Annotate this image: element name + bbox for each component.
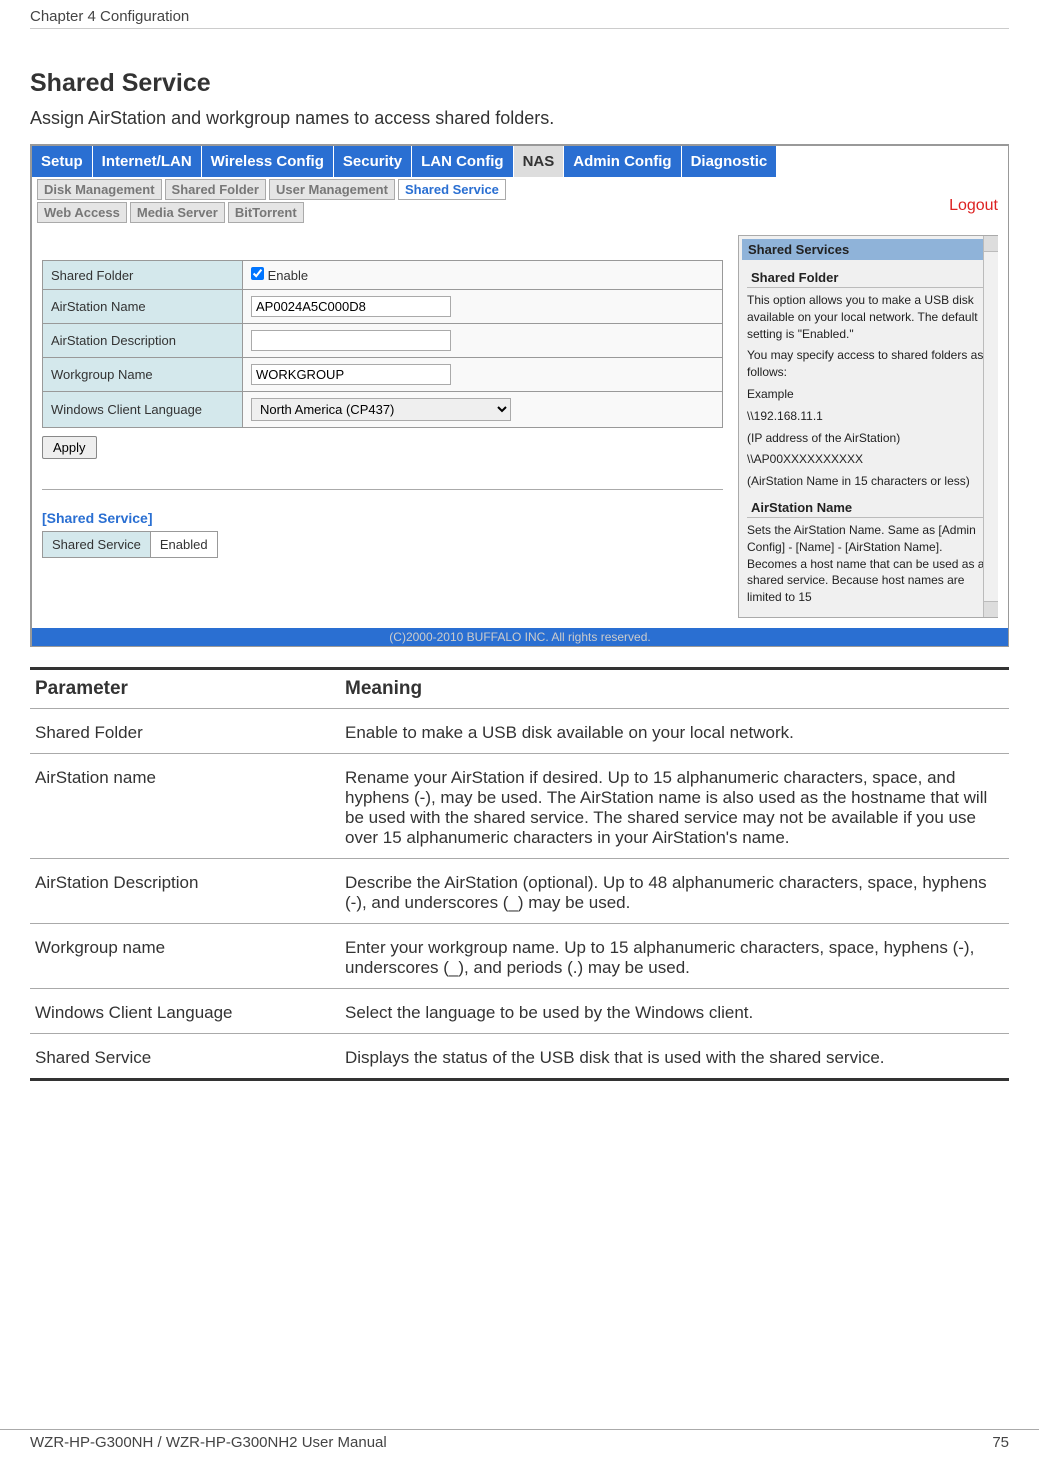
param-name: Workgroup name — [30, 923, 340, 988]
airstation-name-label: AirStation Name — [43, 290, 243, 324]
table-row: AirStation Description Describe the AirS… — [30, 858, 1009, 923]
param-name: AirStation name — [30, 753, 340, 858]
airstation-desc-label: AirStation Description — [43, 324, 243, 358]
help-p4: \\192.168.11.1 — [747, 408, 989, 425]
param-name: AirStation Description — [30, 858, 340, 923]
section-title: Shared Service — [30, 69, 1009, 98]
param-name: Windows Client Language — [30, 988, 340, 1033]
param-header: Parameter — [30, 668, 340, 708]
shared-service-status-value: Enabled — [150, 532, 217, 558]
help-panel: Shared Services Shared Folder This optio… — [738, 235, 998, 618]
shared-folder-label: Shared Folder — [43, 261, 243, 290]
shared-folder-checkbox[interactable] — [251, 267, 264, 280]
help-p7: (AirStation Name in 15 characters or les… — [747, 473, 989, 490]
help-p3: Example — [747, 386, 989, 403]
airstation-name-input[interactable] — [251, 296, 451, 317]
subtab-user-management[interactable]: User Management — [269, 179, 395, 200]
intro-text: Assign AirStation and workgroup names to… — [30, 108, 1009, 129]
help-title: Shared Services — [742, 239, 994, 260]
help-p8: Sets the AirStation Name. Same as [Admin… — [747, 522, 989, 606]
content-area: Shared Folder Enable AirStation Name Air… — [32, 225, 1008, 628]
shared-service-heading: [Shared Service] — [42, 510, 723, 526]
param-meaning: Enable to make a USB disk available on y… — [340, 708, 1009, 753]
sub-tabs: Disk Management Shared Folder User Manag… — [32, 177, 1008, 225]
form-panel: Shared Folder Enable AirStation Name Air… — [37, 230, 728, 623]
tab-setup[interactable]: Setup — [32, 146, 93, 177]
status-table: Shared Service Enabled — [42, 531, 218, 558]
tab-admin-config[interactable]: Admin Config — [564, 146, 681, 177]
win-client-lang-label: Windows Client Language — [43, 392, 243, 428]
table-row: Workgroup name Enter your workgroup name… — [30, 923, 1009, 988]
param-meaning: Rename your AirStation if desired. Up to… — [340, 753, 1009, 858]
shared-service-status-label: Shared Service — [43, 532, 151, 558]
help-shared-folder-heading: Shared Folder — [747, 268, 989, 288]
apply-button[interactable]: Apply — [42, 436, 97, 459]
param-meaning: Enter your workgroup name. Up to 15 alph… — [340, 923, 1009, 988]
chapter-header: Chapter 4 Configuration — [30, 0, 1009, 29]
help-p1: This option allows you to make a USB dis… — [747, 292, 989, 342]
page-footer: WZR-HP-G300NH / WZR-HP-G300NH2 User Manu… — [0, 1429, 1039, 1459]
logout-link[interactable]: Logout — [949, 197, 998, 215]
tab-lan-config[interactable]: LAN Config — [412, 146, 513, 177]
airstation-desc-input[interactable] — [251, 330, 451, 351]
subtab-shared-service[interactable]: Shared Service — [398, 179, 506, 200]
help-p2: You may specify access to shared folders… — [747, 347, 989, 381]
meaning-header: Meaning — [340, 668, 1009, 708]
param-name: Shared Service — [30, 1033, 340, 1079]
config-screenshot: Setup Internet/LAN Wireless Config Secur… — [30, 144, 1009, 647]
subtab-bittorrent[interactable]: BitTorrent — [228, 202, 304, 223]
help-p5: (IP address of the AirStation) — [747, 430, 989, 447]
help-p6: \\AP00XXXXXXXXXX — [747, 451, 989, 468]
param-name: Shared Folder — [30, 708, 340, 753]
footer-page-number: 75 — [992, 1434, 1009, 1451]
win-client-lang-select[interactable]: North America (CP437) — [251, 398, 511, 421]
subtab-web-access[interactable]: Web Access — [37, 202, 127, 223]
main-tabs: Setup Internet/LAN Wireless Config Secur… — [32, 146, 1008, 177]
subtab-disk-management[interactable]: Disk Management — [37, 179, 162, 200]
param-meaning: Displays the status of the USB disk that… — [340, 1033, 1009, 1079]
tab-diagnostic[interactable]: Diagnostic — [682, 146, 778, 177]
scrollbar[interactable] — [983, 236, 998, 617]
workgroup-label: Workgroup Name — [43, 358, 243, 392]
enable-label: Enable — [268, 268, 308, 283]
parameter-table: Parameter Meaning Shared Folder Enable t… — [30, 667, 1009, 1081]
param-meaning: Select the language to be used by the Wi… — [340, 988, 1009, 1033]
tab-nas[interactable]: NAS — [514, 146, 565, 177]
tab-internet-lan[interactable]: Internet/LAN — [93, 146, 202, 177]
divider — [42, 489, 723, 490]
table-row: Shared Service Displays the status of th… — [30, 1033, 1009, 1079]
subtab-shared-folder[interactable]: Shared Folder — [165, 179, 266, 200]
param-meaning: Describe the AirStation (optional). Up t… — [340, 858, 1009, 923]
table-row: AirStation name Rename your AirStation i… — [30, 753, 1009, 858]
workgroup-input[interactable] — [251, 364, 451, 385]
subtab-media-server[interactable]: Media Server — [130, 202, 225, 223]
table-row: Shared Folder Enable to make a USB disk … — [30, 708, 1009, 753]
help-airstation-name-heading: AirStation Name — [747, 498, 989, 518]
shared-folder-cell: Enable — [243, 261, 723, 290]
footer-manual-name: WZR-HP-G300NH / WZR-HP-G300NH2 User Manu… — [30, 1434, 387, 1451]
table-row: Windows Client Language Select the langu… — [30, 988, 1009, 1033]
copyright-bar: (C)2000-2010 BUFFALO INC. All rights res… — [32, 628, 1008, 646]
tab-security[interactable]: Security — [334, 146, 412, 177]
tab-wireless-config[interactable]: Wireless Config — [202, 146, 334, 177]
settings-form-table: Shared Folder Enable AirStation Name Air… — [42, 260, 723, 428]
